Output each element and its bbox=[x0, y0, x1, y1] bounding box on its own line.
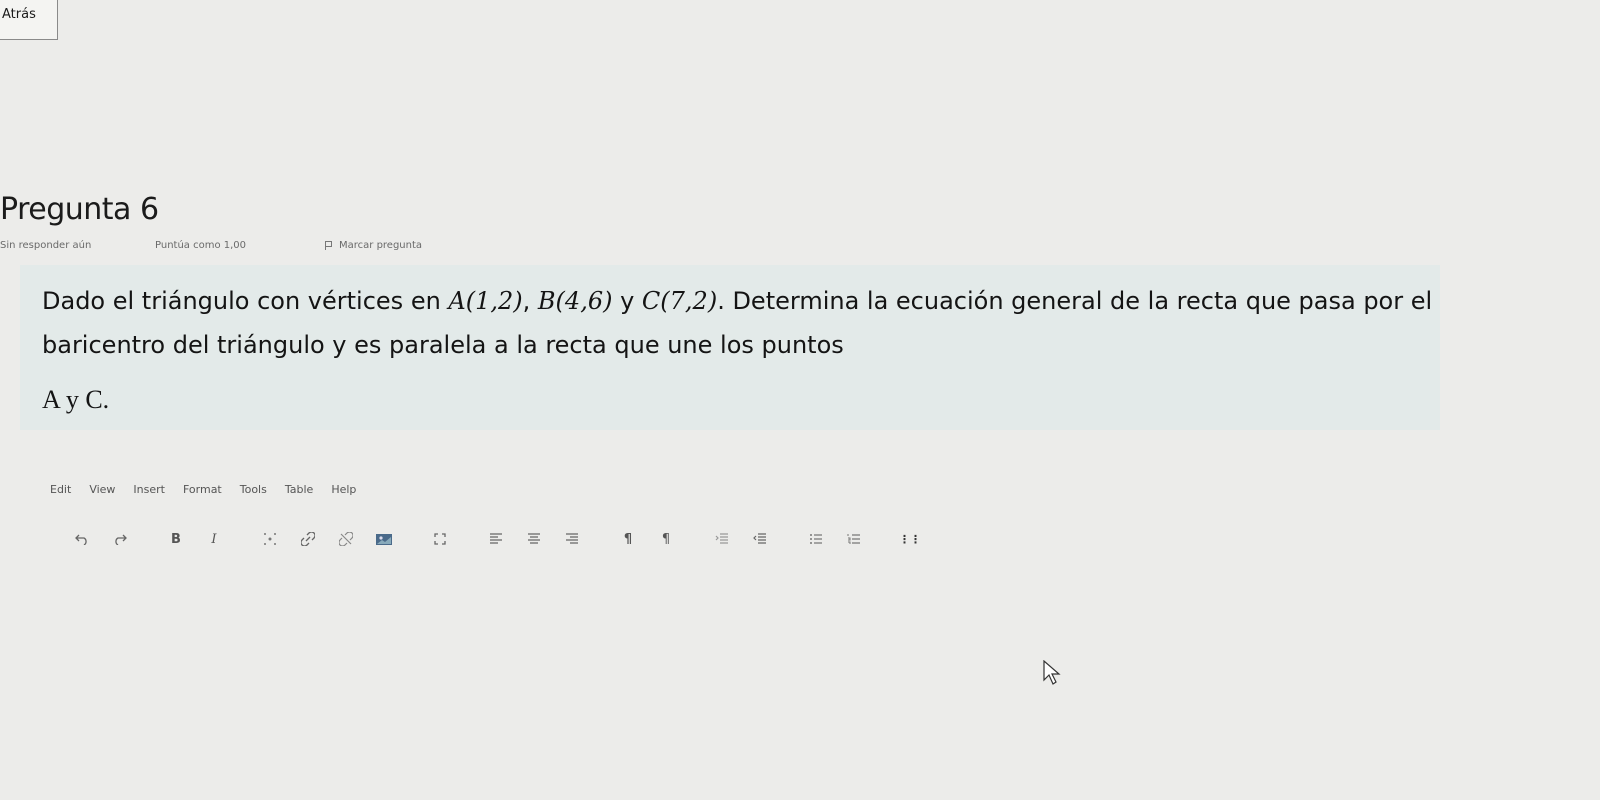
editor-menubar: Edit View Insert Format Tools Table Help bbox=[50, 483, 356, 496]
question-text: Dado el triángulo con vértices en A(1,2)… bbox=[42, 279, 1442, 367]
align-center-icon[interactable] bbox=[522, 528, 546, 550]
point-c: C(7,2) bbox=[641, 287, 718, 315]
question-text-end: A y C. bbox=[42, 385, 110, 414]
menu-table[interactable]: Table bbox=[285, 483, 313, 496]
question-grade: Puntúa como 1,00 bbox=[155, 240, 247, 251]
editor-toolbar: B I ¶ ¶ ⋮⋮ bbox=[70, 527, 936, 551]
question-title: Pregunta 6 bbox=[0, 192, 159, 227]
mouse-cursor-icon bbox=[1043, 660, 1061, 685]
menu-format[interactable]: Format bbox=[183, 483, 222, 496]
question-status: Sin responder aún bbox=[0, 240, 92, 251]
undo-icon[interactable] bbox=[70, 528, 94, 550]
question-text-part1: Dado el triángulo con vértices en bbox=[42, 287, 449, 315]
align-left-icon[interactable] bbox=[484, 528, 508, 550]
menu-help[interactable]: Help bbox=[331, 483, 356, 496]
point-a: A(1,2) bbox=[448, 287, 523, 315]
menu-insert[interactable]: Insert bbox=[133, 483, 165, 496]
separator: , bbox=[522, 287, 538, 315]
rtl-icon[interactable]: ¶ bbox=[654, 528, 678, 550]
outdent-icon[interactable] bbox=[748, 528, 772, 550]
redo-icon[interactable] bbox=[108, 528, 132, 550]
bold-icon[interactable]: B bbox=[164, 528, 188, 550]
ltr-icon[interactable]: ¶ bbox=[616, 528, 640, 550]
connector: y bbox=[612, 287, 642, 315]
italic-icon[interactable]: I bbox=[202, 528, 226, 550]
special-char-icon[interactable] bbox=[258, 528, 282, 550]
point-b: B(4,6) bbox=[537, 287, 613, 315]
question-info: Sin responder aún Puntúa como 1,00 Marca… bbox=[0, 240, 422, 251]
flag-question-label: Marcar pregunta bbox=[339, 240, 423, 251]
back-button[interactable]: Atrás bbox=[0, 0, 58, 40]
menu-edit[interactable]: Edit bbox=[50, 483, 71, 496]
flag-icon bbox=[325, 241, 333, 250]
align-right-icon[interactable] bbox=[560, 528, 584, 550]
fullscreen-icon[interactable] bbox=[428, 528, 452, 550]
menu-tools[interactable]: Tools bbox=[240, 483, 267, 496]
number-list-icon[interactable] bbox=[842, 528, 866, 550]
table-icon[interactable]: ⋮⋮ bbox=[898, 528, 922, 550]
bullet-list-icon[interactable] bbox=[804, 528, 828, 550]
link-icon[interactable] bbox=[296, 528, 320, 550]
unlink-icon[interactable] bbox=[334, 528, 358, 550]
indent-icon[interactable] bbox=[710, 528, 734, 550]
menu-view[interactable]: View bbox=[89, 483, 115, 496]
image-icon[interactable] bbox=[372, 528, 396, 550]
flag-question-link[interactable]: Marcar pregunta bbox=[325, 240, 422, 251]
